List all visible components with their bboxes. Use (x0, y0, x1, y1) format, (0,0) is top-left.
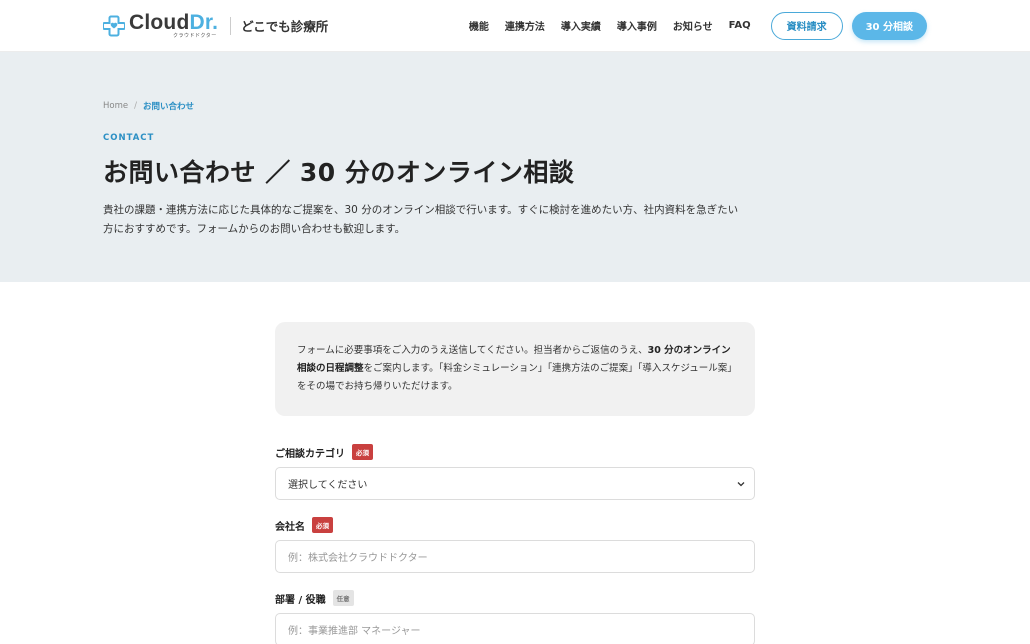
cross-logo-icon (103, 15, 125, 36)
nav-faq[interactable]: FAQ (729, 20, 751, 31)
category-label: ご相談カテゴリ (275, 448, 345, 460)
required-badge: 必須 (312, 517, 333, 533)
breadcrumb: Home / お問い合わせ (103, 100, 927, 112)
field-department: 部署 / 役職 任意 例：事業推進部 マネージャー (275, 590, 755, 644)
breadcrumb-current: お問い合わせ (142, 102, 194, 112)
company-placeholder: 例：株式会社クラウドドクター (288, 553, 428, 564)
optional-badge: 任意 (332, 590, 354, 606)
section-eyebrow: CONTACT (103, 133, 155, 143)
main-nav: 機能 連携方法 導入実績 導入事例 お知らせ FAQ 資料請求 30 分相談 (469, 11, 927, 40)
logo-cloud-text: Cloud (129, 11, 190, 34)
chevron-down-icon (737, 482, 745, 487)
department-placeholder: 例：事業推進部 マネージャー (288, 626, 421, 637)
page-lead: 貴社の課題・連携方法に応じた具体的なご提案を、30 分のオンライン相談で行います… (103, 204, 739, 235)
notice-text-1: フォームに必要事項をご入力のうえ送信してください。担当者からご返信のうえ、 (297, 345, 648, 356)
logo-tagline: どこでも診療所 (241, 19, 329, 34)
logo[interactable]: CloudDr. クラウドドクター どこでも診療所 (103, 12, 328, 39)
breadcrumb-home[interactable]: Home (103, 101, 128, 111)
company-input[interactable]: 例：株式会社クラウドドクター (275, 540, 755, 573)
required-badge: 必須 (352, 444, 373, 460)
logo-dr-text: Dr. (189, 11, 219, 34)
logo-subtext: クラウドドクター (173, 33, 217, 39)
page-title: お問い合わせ ／ 30 分のオンライン相談 (103, 158, 575, 187)
nav-features[interactable]: 機能 (469, 18, 489, 33)
category-select[interactable]: 選択してください (275, 467, 755, 500)
nav-track-record[interactable]: 導入実績 (561, 18, 601, 33)
field-company: 会社名 必須 例：株式会社クラウドドクター (275, 517, 755, 573)
department-input[interactable]: 例：事業推進部 マネージャー (275, 613, 755, 644)
category-select-value: 選択してください (288, 480, 368, 491)
field-category: ご相談カテゴリ 必須 選択してください (275, 444, 755, 500)
nav-news[interactable]: お知らせ (673, 18, 713, 33)
logo-divider (230, 16, 232, 35)
department-label: 部署 / 役職 (275, 594, 326, 606)
logo-wordmark: CloudDr. クラウドドクター (129, 12, 218, 39)
request-docs-button[interactable]: 資料請求 (770, 11, 843, 40)
hero-section: Home / お問い合わせ CONTACT お問い合わせ ／ 30 分のオンライ… (0, 52, 1030, 282)
consult-button[interactable]: 30 分相談 (851, 11, 927, 40)
form-notice: フォームに必要事項をご入力のうえ送信してください。担当者からご返信のうえ、30 … (275, 322, 755, 416)
breadcrumb-separator: / (134, 101, 137, 111)
company-label: 会社名 (275, 521, 305, 533)
nav-case-studies[interactable]: 導入事例 (617, 18, 657, 33)
nav-integration[interactable]: 連携方法 (505, 18, 545, 33)
site-header: CloudDr. クラウドドクター どこでも診療所 機能 連携方法 導入実績 導… (0, 0, 1030, 52)
contact-form: フォームに必要事項をご入力のうえ送信してください。担当者からご返信のうえ、30 … (275, 322, 755, 644)
